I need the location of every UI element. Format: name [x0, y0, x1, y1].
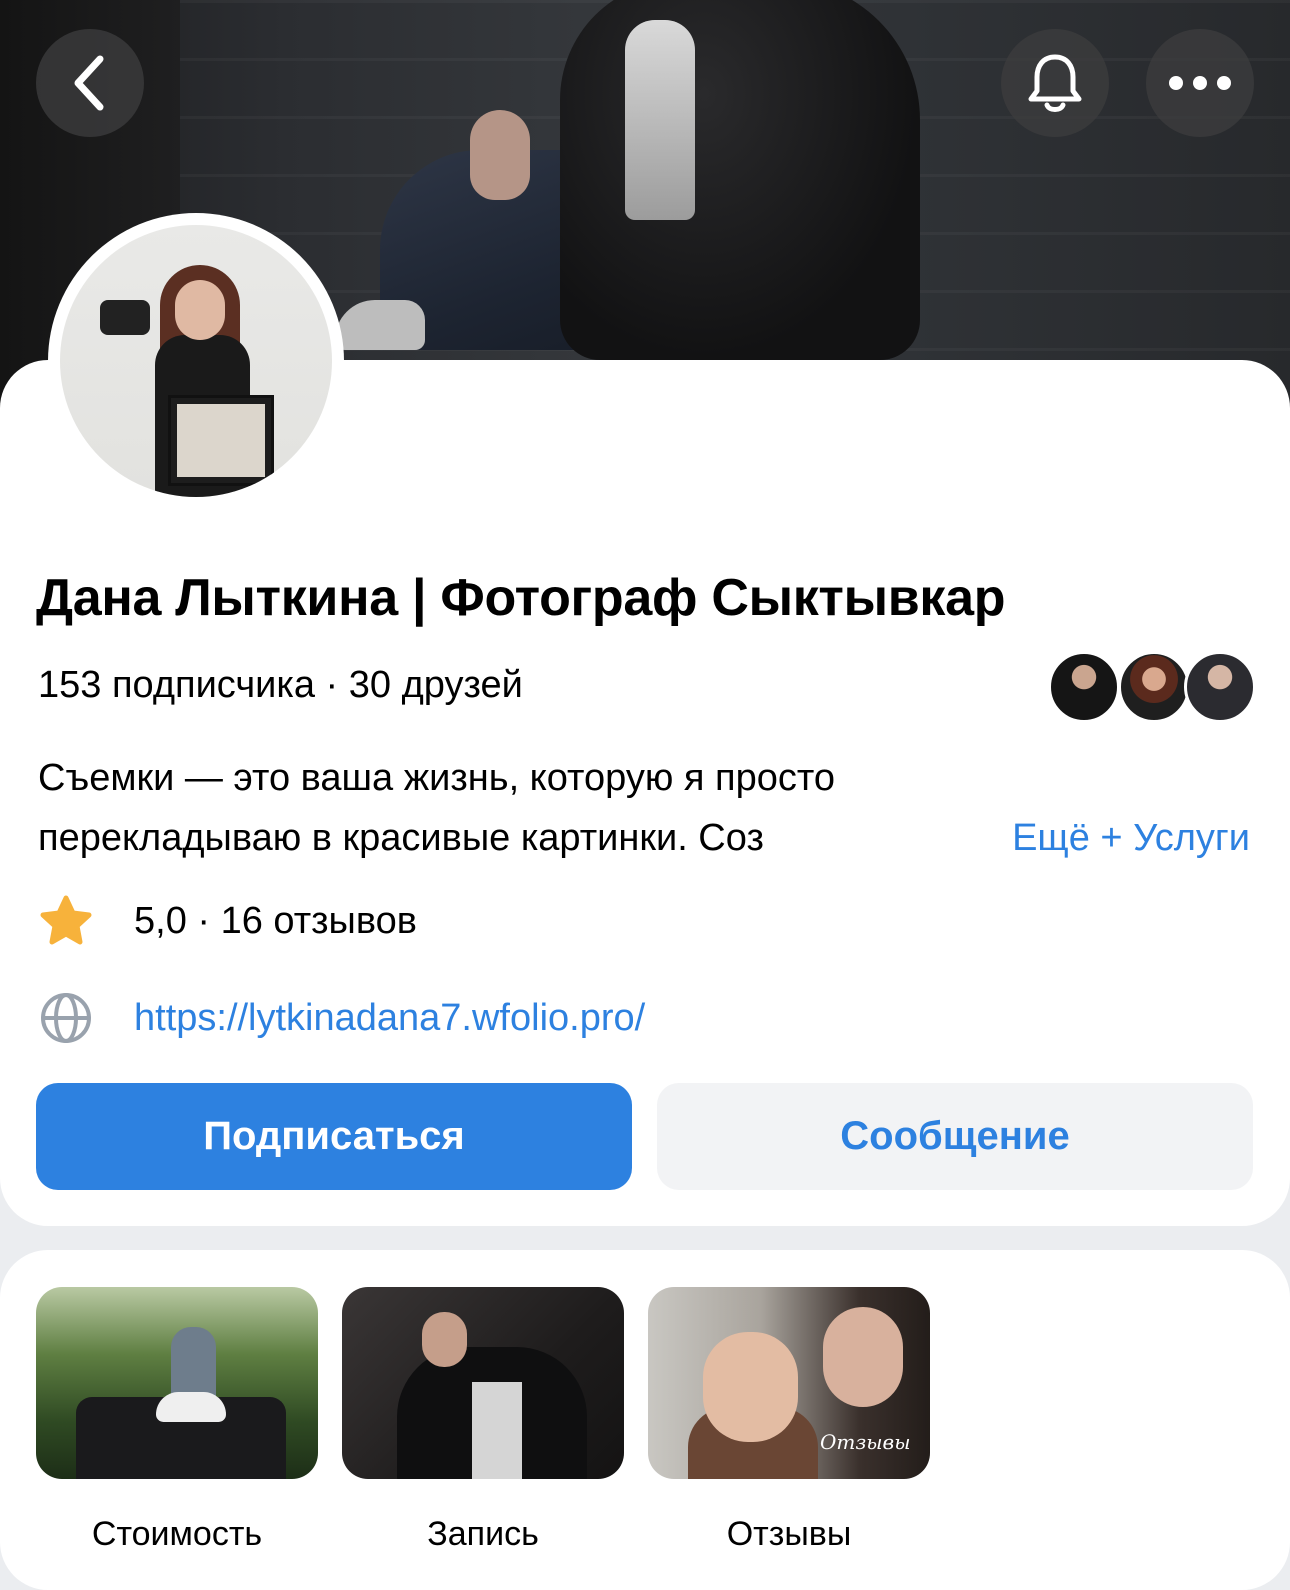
description-line-2-wrap: перекладываю в красивые картинки. Соз Ещ… — [38, 808, 1258, 868]
subscribe-button[interactable]: Подписаться — [36, 1083, 632, 1190]
friend-avatar — [1184, 651, 1256, 723]
notifications-button[interactable] — [1001, 29, 1109, 137]
friend-avatars[interactable] — [1048, 651, 1258, 723]
friend-avatar — [1048, 651, 1120, 723]
highlight-price[interactable]: Стоимость — [36, 1287, 318, 1554]
followers-friends-count[interactable]: 153 подписчика · 30 друзей — [38, 664, 523, 707]
website-link[interactable]: https://lytkinadana7.wfolio.pro/ — [134, 997, 645, 1040]
bell-icon — [1028, 54, 1082, 112]
highlight-label: Запись — [427, 1515, 539, 1553]
avatar[interactable] — [48, 213, 344, 509]
highlight-thumbnail — [342, 1287, 624, 1479]
website-row[interactable]: https://lytkinadana7.wfolio.pro/ — [38, 990, 645, 1046]
cover-shoe — [335, 300, 425, 350]
profile-name: Дана Лыткина | Фотограф Сыктывкар — [36, 569, 1006, 627]
description-line-1: Съемки — это ваша жизнь, которую я прост… — [38, 757, 835, 799]
friend-avatar — [1118, 651, 1190, 723]
more-services-link[interactable]: Ещё + Услуги — [998, 808, 1250, 868]
star-icon — [38, 893, 94, 949]
description-line-2: перекладываю в красивые картинки. Соз — [38, 817, 764, 859]
highlight-booking[interactable]: Запись — [342, 1287, 624, 1554]
globe-icon — [38, 990, 94, 1046]
message-button[interactable]: Сообщение — [657, 1083, 1253, 1190]
cover-figure-jacket — [560, 0, 920, 360]
rating-text: 5,0 · 16 отзывов — [134, 899, 417, 942]
cover-figure-hand — [470, 110, 530, 200]
cover-figure-shirt — [625, 20, 695, 220]
profile-description: Съемки — это ваша жизнь, которую я прост… — [38, 748, 1258, 868]
avatar-image — [60, 225, 332, 497]
chevron-left-icon — [74, 55, 104, 111]
highlight-label: Отзывы — [726, 1515, 852, 1553]
highlight-thumbnail: Отзывы — [648, 1287, 930, 1479]
highlight-reviews[interactable]: Отзывы Отзывы — [648, 1287, 930, 1554]
rating-row[interactable]: 5,0 · 16 отзывов — [38, 893, 417, 949]
more-horizontal-icon — [1169, 76, 1231, 90]
highlight-overlay-text: Отзывы — [820, 1430, 911, 1454]
highlight-label: Стоимость — [91, 1515, 263, 1553]
highlight-thumbnail — [36, 1287, 318, 1479]
back-button[interactable] — [36, 29, 144, 137]
more-button[interactable] — [1146, 29, 1254, 137]
